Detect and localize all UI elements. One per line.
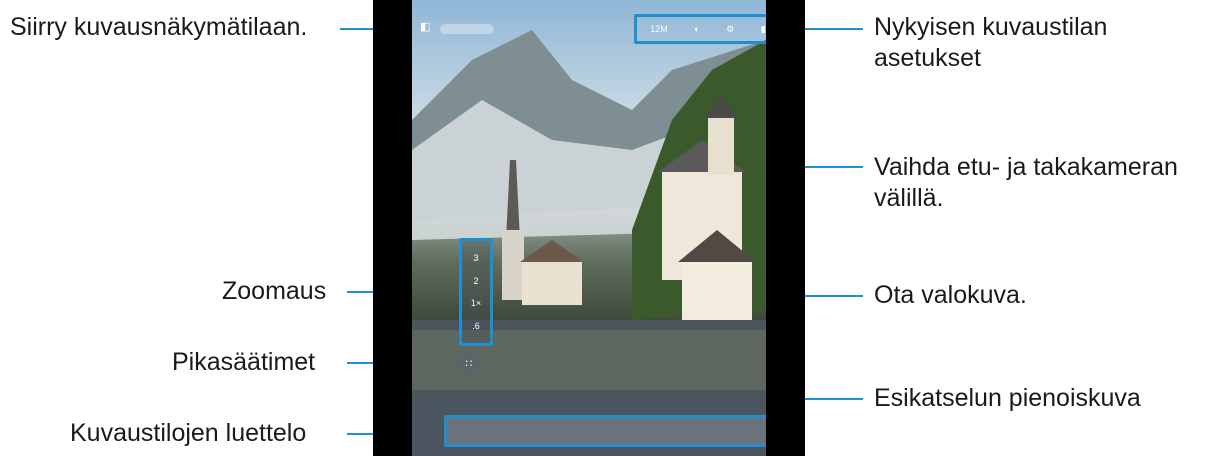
zoom-level[interactable]: .6 xyxy=(472,321,480,331)
settings-item[interactable]: ⚙ xyxy=(726,24,734,35)
zoom-controls[interactable]: 3 2 1× .6 xyxy=(459,238,493,346)
callout-quick-controls: Pikasäätimet xyxy=(172,348,316,376)
settings-item[interactable]: 12M xyxy=(650,24,668,34)
phone-screen: ◧ 12M ◐ ⚙ ▮ 3 2 1× .6 ∷ ⟳ ✻ xyxy=(373,0,805,456)
callout-current-mode-settings-line1: Nykyisen kuvaustilan xyxy=(874,13,1108,41)
church-tower-right xyxy=(708,115,734,175)
quick-controls-button[interactable]: ∷ xyxy=(458,352,480,374)
callout-line-view-mode xyxy=(340,28,376,30)
house-shape-right xyxy=(682,260,752,330)
callout-zoom: Zoomaus xyxy=(222,277,327,305)
callout-current-mode-settings-line2: asetukset xyxy=(874,44,982,72)
church-tower xyxy=(502,230,524,300)
camera-viewfinder[interactable]: ◧ 12M ◐ ⚙ ▮ 3 2 1× .6 ∷ ⟳ ✻ xyxy=(412,0,766,456)
zoom-level[interactable]: 1× xyxy=(471,298,481,308)
shooting-mode-list[interactable] xyxy=(444,415,766,447)
settings-item[interactable]: ▮ xyxy=(761,24,766,35)
house-shape xyxy=(522,260,582,305)
zoom-level[interactable]: 3 xyxy=(473,253,478,263)
callout-switch-camera-line2: välillä. xyxy=(874,184,944,212)
callout-view-mode: Siirry kuvausnäkymätilaan. xyxy=(10,13,308,41)
settings-item[interactable]: ◐ xyxy=(694,24,699,34)
callout-mode-list: Kuvaustilojen luettelo xyxy=(70,419,307,447)
mode-settings-bar[interactable]: 12M ◐ ⚙ ▮ xyxy=(634,14,766,44)
zoom-level[interactable]: 2 xyxy=(473,276,478,286)
callout-preview-thumbnail: Esikatselun pienoiskuva xyxy=(874,384,1141,412)
landscape-preview xyxy=(412,30,766,456)
callout-switch-camera: Vaihda etu- ja takakameran välillä. xyxy=(874,152,1178,214)
callout-take-photo: Ota valokuva. xyxy=(874,281,1027,309)
roof-shape xyxy=(520,240,584,262)
view-mode-label-blur xyxy=(440,24,494,34)
callout-switch-camera-line1: Vaihda etu- ja takakameran xyxy=(874,153,1178,181)
callout-current-mode-settings: Nykyisen kuvaustilan asetukset xyxy=(874,12,1107,74)
view-mode-icon[interactable]: ◧ xyxy=(420,20,430,33)
